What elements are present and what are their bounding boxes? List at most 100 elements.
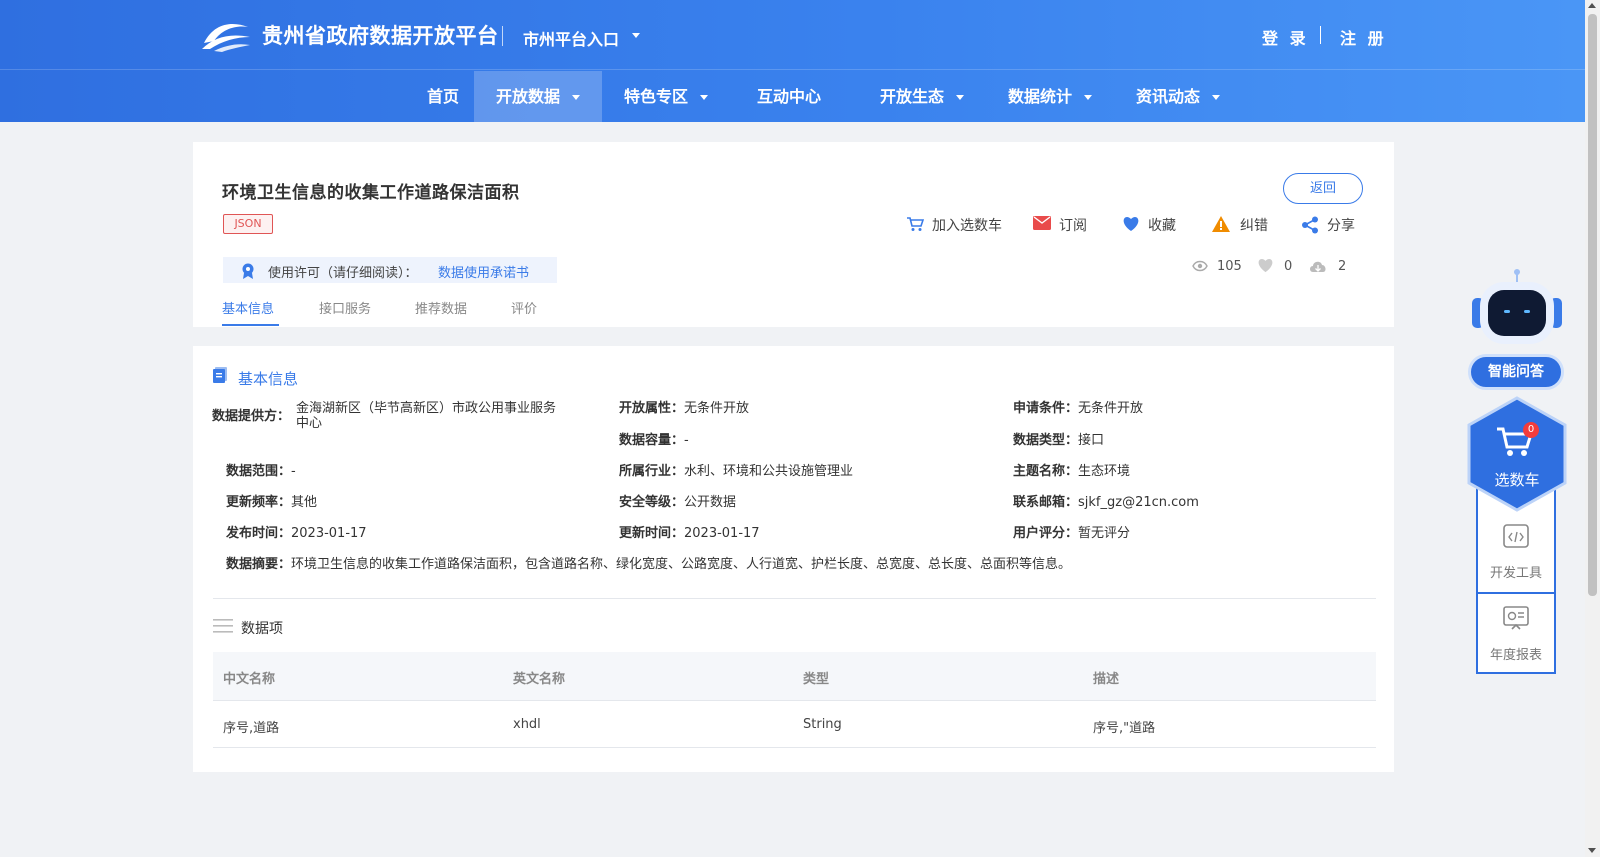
dev-tools-label: 开发工具 (1489, 566, 1542, 581)
back-button[interactable]: 返回 (1283, 173, 1363, 204)
table-cell: xhdl (513, 717, 541, 732)
annual-report-button[interactable]: 年度报表 (1478, 592, 1554, 674)
data-items-title: 数据项 (241, 621, 283, 637)
basic-info-card: 基本信息 数据提供方： 金海湖新区（毕节高新区）市政公用事业服务 中心 数据范围… (193, 346, 1394, 772)
mail-icon (1033, 216, 1051, 230)
downloads-count: 2 (1338, 259, 1347, 274)
caret-down-icon (1084, 95, 1092, 100)
nav-label: 数据统计 (1007, 87, 1072, 106)
nav-news[interactable]: 资讯动态 (1114, 71, 1242, 122)
nav-label: 开放数据 (495, 87, 560, 106)
column-header: 类型 (803, 672, 830, 687)
license-link[interactable]: 数据使用承诺书 (438, 262, 529, 281)
caret-down-icon (1212, 95, 1220, 100)
caret-down-icon (956, 95, 964, 100)
main-nav: 首页 开放数据 特色专区 互动中心 开放生态 数据统计 资讯动态 (0, 71, 1585, 122)
report-error-button[interactable]: 纠错 (1212, 215, 1272, 235)
warning-icon (1212, 216, 1230, 232)
nav-featured[interactable]: 特色专区 (602, 71, 730, 122)
share-button[interactable]: 分享 (1301, 215, 1361, 235)
email-field: 联系邮箱：sjkf_gz@21cn.com (1013, 495, 1199, 510)
robot-assistant-icon[interactable] (1470, 268, 1564, 348)
theme-field: 主题名称：生态环境 (1013, 464, 1131, 479)
table-row: 序号,道路 xhdl String 序号,"道路 (213, 700, 1376, 748)
report-error-label: 纠错 (1240, 218, 1268, 234)
share-label: 分享 (1327, 218, 1355, 234)
cart-label: 选数车 (1494, 471, 1540, 489)
apply-condition-field: 申请条件：无条件开放 (1013, 401, 1144, 416)
scroll-down-arrow-icon[interactable] (1588, 848, 1596, 853)
security-field: 安全等级：公开数据 (619, 495, 737, 510)
provider-value-line1: 金海湖新区（毕节高新区）市政公用事业服务 (296, 401, 557, 416)
login-link[interactable]: 登 录 (1262, 25, 1309, 49)
cart-icon (907, 217, 924, 231)
title-divider (502, 26, 503, 46)
nav-label: 特色专区 (623, 87, 688, 106)
subscribe-label: 订阅 (1059, 218, 1087, 234)
heart-outline-icon (1258, 258, 1273, 273)
format-tag: JSON (223, 214, 273, 234)
scroll-up-arrow-icon[interactable] (1588, 3, 1596, 8)
scrollbar-thumb[interactable] (1588, 14, 1597, 596)
open-attr-field: 开放属性：无条件开放 (619, 401, 750, 416)
ai-assistant-button[interactable]: 智能问答 (1468, 354, 1564, 390)
nav-label: 资讯动态 (1135, 87, 1200, 106)
code-icon (1503, 524, 1529, 548)
nav-label: 互动中心 (756, 87, 821, 106)
data-type-field: 数据类型：接口 (1013, 433, 1105, 448)
caret-down-icon (572, 95, 580, 100)
table-cell: String (803, 717, 842, 732)
summary-field: 数据摘要：环境卫生信息的收集工作道路保洁面积，包含道路名称、绿化宽度、公路宽度、… (226, 557, 1072, 572)
header-top-row: 贵州省政府数据开放平台 市州平台入口 登 录 注 册 (0, 0, 1585, 70)
register-link[interactable]: 注 册 (1340, 25, 1387, 49)
license-text: 使用许可（请仔细阅读）： (268, 266, 418, 281)
tab-api-service[interactable]: 接口服务 (319, 298, 371, 317)
document-icon (213, 367, 227, 383)
table-cell: 序号,"道路 (1093, 721, 1156, 736)
section-title: 基本信息 (238, 370, 299, 388)
logo-icon (202, 24, 250, 52)
nav-label: 首页 (426, 87, 459, 106)
rating-field: 用户评分：暂无评分 (1013, 526, 1131, 541)
nav-ecosystem[interactable]: 开放生态 (858, 71, 986, 122)
award-badge-icon (242, 263, 254, 279)
industry-field: 所属行业：水利、环境和公共设施管理业 (619, 464, 854, 479)
column-header: 描述 (1093, 672, 1120, 687)
auth-divider (1320, 26, 1321, 44)
favorite-label: 收藏 (1148, 218, 1176, 234)
provider-label: 数据提供方： (212, 409, 291, 424)
annual-report-label: 年度报表 (1489, 648, 1542, 663)
table-header: 中文名称 英文名称 类型 描述 (213, 652, 1376, 700)
nav-interaction[interactable]: 互动中心 (730, 71, 848, 122)
table-cell: 序号,道路 (223, 721, 280, 736)
chevron-down-icon[interactable] (632, 33, 640, 38)
dev-tools-button[interactable]: 开发工具 (1478, 510, 1554, 592)
dataset-header-card: 环境卫生信息的收集工作道路保洁面积 JSON 返回 加入选数车 订阅 收藏 纠错… (193, 142, 1394, 327)
column-header: 中文名称 (223, 672, 276, 687)
eye-icon (1192, 260, 1208, 272)
cart-hexagon-button[interactable] (1467, 396, 1567, 512)
city-platform-entry[interactable]: 市州平台入口 (523, 26, 619, 50)
tab-recommended[interactable]: 推荐数据 (415, 298, 467, 317)
tab-basic-info[interactable]: 基本信息 (222, 298, 274, 317)
dataset-title: 环境卫生信息的收集工作道路保洁面积 (222, 183, 520, 203)
nav-label: 开放生态 (879, 87, 944, 106)
cart-count-badge: 0 (1523, 422, 1539, 438)
nav-open-data[interactable]: 开放数据 (474, 71, 602, 122)
nav-statistics[interactable]: 数据统计 (986, 71, 1114, 122)
column-header: 英文名称 (513, 672, 566, 687)
tab-reviews[interactable]: 评价 (511, 298, 537, 317)
cloud-download-icon (1310, 261, 1326, 272)
frequency-field: 更新频率：其他 (226, 495, 318, 510)
report-icon (1503, 606, 1529, 630)
provider-value-line2: 中心 (296, 416, 323, 431)
section-divider (213, 598, 1376, 599)
list-icon (213, 619, 233, 633)
scope-field: 数据范围：- (226, 464, 296, 479)
license-bar: 使用许可（请仔细阅读）： 数据使用承诺书 (223, 257, 557, 283)
favorite-button[interactable]: 收藏 (1122, 215, 1182, 235)
top-header: 贵州省政府数据开放平台 市州平台入口 登 录 注 册 首页 开放数据 特色专区 … (0, 0, 1585, 122)
site-title[interactable]: 贵州省政府数据开放平台 (262, 20, 499, 50)
subscribe-button[interactable]: 订阅 (1033, 215, 1093, 235)
add-to-cart-button[interactable]: 加入选数车 (906, 215, 1006, 235)
